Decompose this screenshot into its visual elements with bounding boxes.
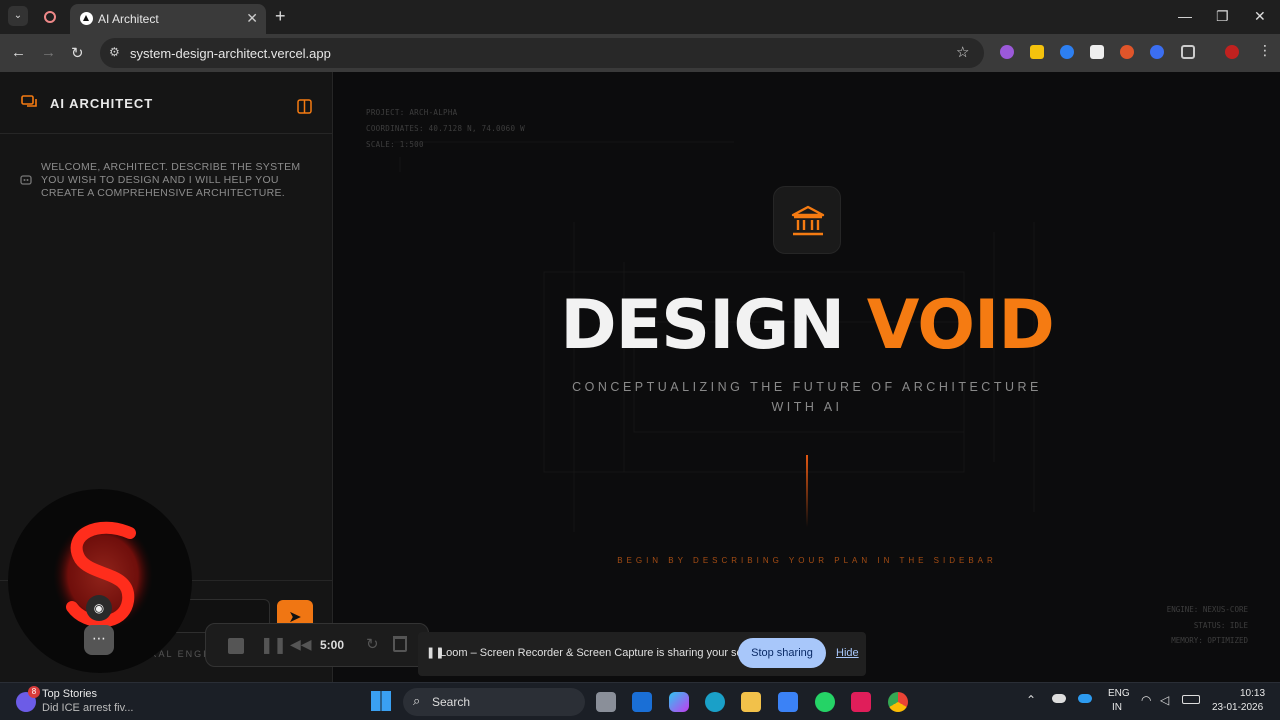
onedrive-icon[interactable] — [1078, 694, 1092, 703]
wifi-icon[interactable]: ◠ — [1141, 693, 1151, 707]
back-icon[interactable]: ← — [11, 44, 26, 61]
extension-note-icon[interactable] — [1090, 45, 1104, 59]
camera-options-button[interactable]: ⋯ — [84, 625, 114, 655]
status-idle: STATUS: IDLE — [1193, 621, 1248, 630]
accent-divider — [806, 455, 808, 527]
extension-yellow-icon[interactable] — [1030, 45, 1044, 59]
browser-menu-icon[interactable]: ⋮ — [1258, 42, 1272, 59]
language-in[interactable]: IN — [1112, 702, 1122, 713]
sidebar-header: AI ARCHITECT — [0, 72, 333, 134]
copilot-icon[interactable] — [669, 692, 689, 712]
scale-label: SCALE: 1:500 — [366, 140, 424, 149]
rewind-icon[interactable]: ◀◀ — [290, 636, 312, 653]
forward-icon[interactable]: → — [41, 44, 56, 61]
hero-title: DESIGN VOID — [334, 286, 1280, 365]
taskbar-search[interactable]: ⌕ Search — [403, 688, 585, 716]
recorder-controls: ❚❚ ◀◀ 5:00 ↻ — [205, 623, 429, 667]
hero-title-white: DESIGN — [560, 286, 845, 365]
edge-icon[interactable] — [705, 692, 725, 712]
outlook-icon[interactable] — [632, 692, 652, 712]
address-bar[interactable]: ⚙ system-design-architect.vercel.app ☆ — [100, 38, 984, 68]
slack-icon[interactable] — [851, 692, 871, 712]
windows-start-icon[interactable] — [371, 691, 391, 711]
news-title[interactable]: Top Stories — [42, 688, 97, 700]
hide-banner-link[interactable]: Hide — [836, 647, 859, 659]
file-explorer-icon[interactable] — [741, 692, 761, 712]
bot-icon — [20, 175, 32, 185]
sharing-message: Loom – Screen Recorder & Screen Capture … — [440, 647, 768, 659]
coordinates-label: COORDINATES: 40.7128 N, 74.0060 W — [366, 124, 525, 133]
clock-time[interactable]: 10:13 — [1240, 688, 1265, 699]
camera-icon: ◉ — [93, 601, 105, 615]
news-headline[interactable]: Did ICE arrest fiv... — [42, 702, 133, 714]
chrome-icon[interactable] — [888, 692, 908, 712]
tab-title: AI Architect — [98, 12, 159, 26]
sidebar-toggle-icon[interactable] — [297, 99, 313, 115]
news-badge: 8 — [28, 686, 40, 698]
reload-icon[interactable]: ↻ — [71, 44, 84, 62]
extension-target-icon[interactable] — [1150, 45, 1164, 59]
maximize-icon[interactable]: ❐ — [1216, 8, 1229, 25]
extension-blue-gear-icon[interactable] — [1060, 45, 1074, 59]
more-dots-icon: ⋯ — [92, 630, 106, 646]
browser-toolbar: ← → ↻ ⚙ system-design-architect.vercel.a… — [0, 34, 1280, 72]
design-canvas: PROJECT: ARCH-ALPHA COORDINATES: 40.7128… — [334, 72, 1280, 682]
project-label: PROJECT: ARCH-ALPHA — [366, 108, 458, 117]
language-eng[interactable]: ENG — [1108, 688, 1130, 699]
recording-tab-icon[interactable] — [44, 11, 56, 23]
memory-status: MEMORY: OPTIMIZED — [1171, 636, 1248, 645]
recording-timer: 5:00 — [320, 638, 345, 652]
chat-bubbles-icon — [21, 95, 37, 107]
screen-sharing-banner: ❚❚ Loom – Screen Recorder & Screen Captu… — [418, 632, 866, 676]
stop-recording-icon[interactable] — [228, 638, 244, 654]
engine-status: ENGINE: NEXUS-CORE — [1166, 605, 1248, 614]
hero-title-orange: VOID — [866, 286, 1055, 365]
trash-icon[interactable] — [393, 636, 407, 652]
minimize-icon[interactable]: — — [1178, 8, 1192, 24]
bookmark-star-icon[interactable]: ☆ — [956, 43, 969, 61]
hero-subtitle: CONCEPTUALIZING THE FUTURE OF ARCHITECTU… — [572, 380, 1042, 414]
clock-date[interactable]: 23-01-2026 — [1212, 702, 1263, 713]
call-to-action: BEGIN BY DESCRIBING YOUR PLAN IN THE SID… — [617, 556, 997, 565]
browser-tab-strip: ⌄ AI Architect ✕ + — ❐ ✕ — [0, 0, 1280, 34]
tab-search-chevron-icon[interactable]: ⌄ — [8, 6, 28, 26]
restart-icon[interactable]: ↻ — [366, 635, 379, 653]
cloud-icon[interactable] — [1052, 694, 1066, 703]
battery-icon[interactable] — [1182, 695, 1200, 704]
pause-icon[interactable]: ❚❚ — [260, 635, 287, 655]
camera-snapshot-button[interactable]: ◉ — [86, 595, 112, 621]
close-tab-icon[interactable]: ✕ — [246, 10, 258, 27]
url-text: system-design-architect.vercel.app — [130, 46, 331, 61]
welcome-message: WELCOME, ARCHITECT. DESCRIBE THE SYSTEM … — [41, 161, 301, 199]
extension-purple-icon[interactable] — [1000, 45, 1014, 59]
tab-ai-architect[interactable]: AI Architect ✕ — [70, 4, 266, 34]
window-close-icon[interactable]: ✕ — [1254, 8, 1266, 25]
stop-sharing-button[interactable]: Stop sharing — [738, 638, 826, 668]
vercel-favicon-icon — [80, 12, 93, 25]
search-label: Search — [432, 695, 471, 709]
volume-icon[interactable]: ◁ — [1160, 693, 1169, 707]
task-view-icon[interactable] — [596, 692, 616, 712]
site-info-icon[interactable]: ⚙ — [109, 45, 120, 59]
whatsapp-icon[interactable] — [815, 692, 835, 712]
windows-taskbar: 8 Top Stories Did ICE arrest fiv... ⌕ Se… — [0, 682, 1280, 720]
extension-red-icon[interactable] — [1120, 45, 1134, 59]
camera-bubble[interactable]: ◉ ⋯ — [8, 489, 192, 673]
profile-avatar[interactable] — [1225, 45, 1239, 59]
tray-chevron-icon[interactable]: ⌃ — [1026, 693, 1036, 707]
search-icon: ⌕ — [413, 693, 421, 708]
brand-title: AI ARCHITECT — [50, 96, 154, 111]
architecture-badge — [773, 186, 841, 254]
store-icon[interactable] — [778, 692, 798, 712]
building-columns-icon — [791, 205, 825, 236]
new-tab-icon[interactable]: + — [275, 6, 286, 27]
extensions-puzzle-icon[interactable] — [1181, 45, 1195, 59]
